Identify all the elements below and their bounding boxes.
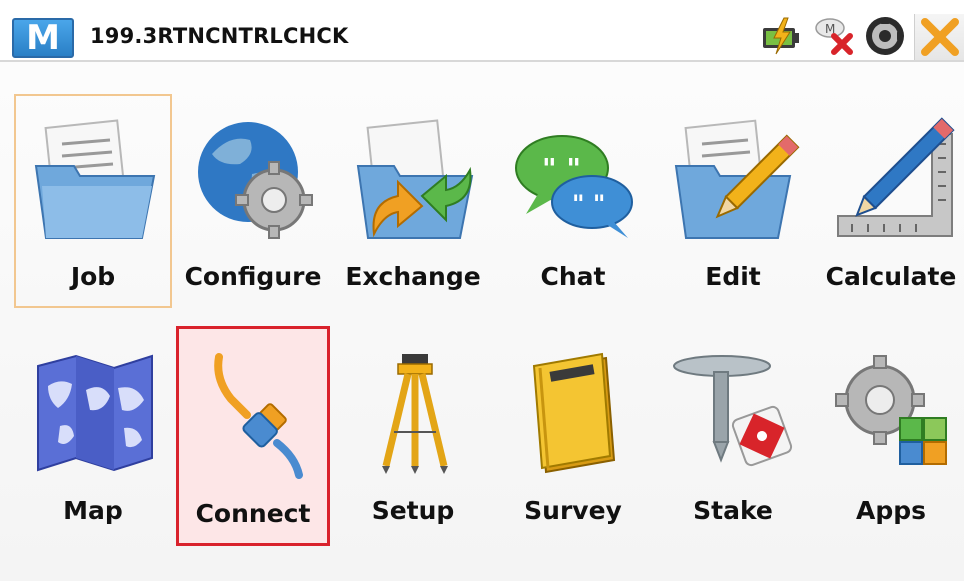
menu-item-label: Survey bbox=[524, 496, 622, 525]
menu-item-exchange[interactable]: Exchange bbox=[334, 94, 492, 308]
menu-item-label: Calculate bbox=[825, 262, 957, 291]
menu-item-job[interactable]: Job bbox=[14, 94, 172, 308]
map-icon bbox=[37, 354, 153, 472]
menu-item-map[interactable]: Map bbox=[14, 328, 172, 542]
menu-item-label: Exchange bbox=[345, 262, 481, 291]
job-folder-icon bbox=[34, 119, 156, 239]
menu-item-edit[interactable]: Edit bbox=[654, 94, 812, 308]
close-button[interactable] bbox=[914, 14, 964, 60]
menu-item-label: Job bbox=[70, 262, 116, 291]
title-bar: M 199.3RTNCNTRLCHCK M bbox=[0, 0, 964, 62]
menu-item-label: Chat bbox=[540, 262, 606, 291]
stake-marker-icon bbox=[673, 355, 793, 467]
close-icon bbox=[921, 18, 959, 56]
gps-status-icon[interactable] bbox=[862, 14, 908, 58]
menu-item-setup[interactable]: Setup bbox=[334, 328, 492, 542]
setup-tripod-icon bbox=[382, 354, 448, 474]
menu-item-configure[interactable]: Configure bbox=[174, 94, 332, 308]
menu-item-label: Edit bbox=[705, 262, 761, 291]
main-menu: Job Configure Exchange " " " " Chat Edit… bbox=[0, 62, 964, 581]
menu-item-label: Apps bbox=[855, 496, 927, 525]
menu-item-survey[interactable]: Survey bbox=[494, 328, 652, 542]
menu-item-apps[interactable]: Apps bbox=[812, 328, 964, 542]
battery-charging-icon[interactable] bbox=[760, 14, 804, 58]
menu-item-connect[interactable]: Connect bbox=[176, 326, 330, 546]
chat-bubbles-icon: " " " " bbox=[515, 135, 633, 238]
menu-item-calculate[interactable]: Calculate bbox=[812, 94, 964, 308]
no-connection-icon[interactable]: M bbox=[810, 14, 858, 58]
connect-cable-icon bbox=[214, 353, 303, 479]
survey-notebook-icon bbox=[532, 352, 616, 474]
calculate-square-pencil-icon bbox=[837, 117, 955, 237]
edit-folder-pencil-icon bbox=[674, 119, 800, 239]
job-name: 199.3RTNCNTRLCHCK bbox=[90, 24, 349, 48]
apps-gear-blocks-icon bbox=[835, 355, 947, 465]
menu-item-label: Map bbox=[63, 496, 123, 525]
menu-item-label: Setup bbox=[371, 496, 455, 525]
menu-item-chat[interactable]: " " " " Chat bbox=[494, 94, 652, 308]
exchange-folder-arrows-icon bbox=[356, 119, 474, 239]
svg-text:" ": " " bbox=[572, 190, 605, 218]
menu-item-label: Configure bbox=[184, 262, 322, 291]
menu-item-stake[interactable]: Stake bbox=[654, 328, 812, 542]
menu-item-label: Stake bbox=[693, 496, 773, 525]
configure-globe-gear-icon bbox=[198, 122, 313, 239]
app-logo-button[interactable]: M bbox=[12, 18, 74, 58]
menu-item-label: Connect bbox=[195, 499, 311, 528]
